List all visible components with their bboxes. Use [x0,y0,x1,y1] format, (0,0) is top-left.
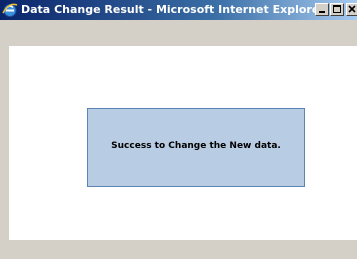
window-frame-top [0,20,357,46]
close-icon [348,5,356,13]
page-content: Success to Change the New data. [9,46,357,240]
internet-explorer-icon[interactable] [2,2,18,18]
browser-window: Data Change Result - Microsoft Internet … [0,0,357,259]
minimize-button[interactable] [315,3,329,16]
title-bar[interactable]: Data Change Result - Microsoft Internet … [0,0,357,20]
result-message: Success to Change the New data. [111,141,281,151]
window-frame-bottom [0,240,357,259]
window-title: Data Change Result - Microsoft Internet … [21,3,325,16]
minimize-icon [319,11,325,13]
close-button[interactable] [346,3,357,16]
maximize-button[interactable] [330,3,344,16]
maximize-icon [333,5,341,13]
result-message-box: Success to Change the New data. [87,108,305,187]
